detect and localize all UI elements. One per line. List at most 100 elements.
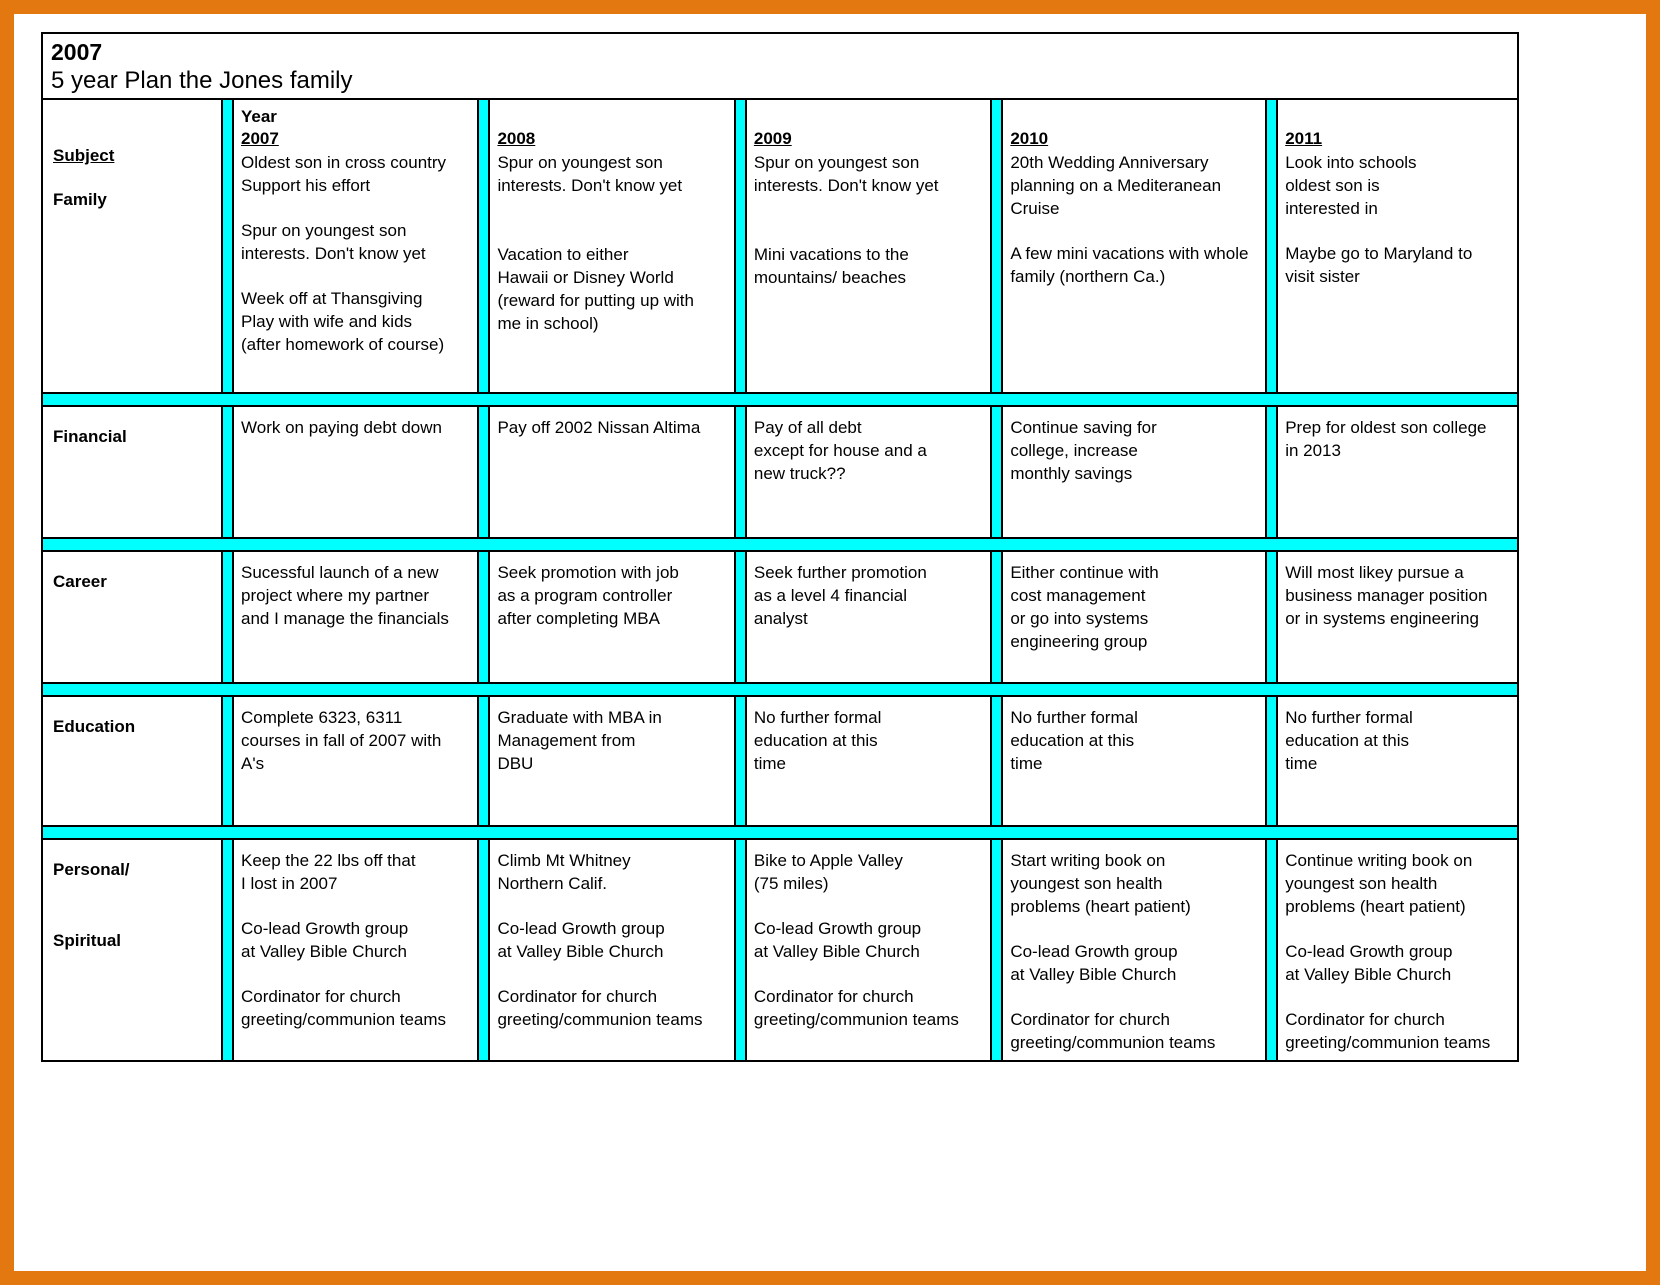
row-separator [43, 682, 1517, 697]
cell-paragraph: Cordinator for church greeting/communion… [1285, 1010, 1491, 1052]
row-subject-label-secondary: Spiritual [53, 931, 122, 950]
cell-paragraph: Pay of all debt except for house and a n… [753, 418, 927, 483]
column-separator-2 [477, 697, 491, 825]
cell-paragraph: Mini vacations to the mountains/ beaches [753, 245, 909, 287]
subject-cell: Financial [43, 407, 221, 537]
column-separator-5 [1265, 552, 1279, 682]
header-row: Subject Family Year 2007 Oldest son in cross… [43, 100, 1518, 392]
subject-cell: Career [43, 552, 221, 682]
cell-paragraph: Cordinator for church greeting/communion… [241, 987, 447, 1029]
column-separator-4 [990, 100, 1004, 392]
plan-cell-2009: No further formal education at this time [746, 697, 991, 825]
plan-cell-2010: Either continue with cost management or … [1003, 552, 1266, 682]
header-year-cell-2008: 2008 Spur on youngest son interests. Don'… [490, 100, 734, 392]
plan-cell-2009: Seek further promotion as a level 4 fina… [746, 552, 991, 682]
cell-paragraph: Continue writing book on youngest son he… [1285, 851, 1473, 916]
cell-paragraph: Week off at Thansgiving Play with wife a… [241, 289, 445, 354]
cell-paragraph: Vacation to either Hawaii or Disney Worl… [497, 245, 694, 333]
header-year-cell-2010: 2010 20th Wedding Anniversary planning on… [1003, 100, 1266, 392]
paper-surface: 2007 5 year Plan the Jones family Subjec… [14, 14, 1646, 1271]
cell-paragraph: Co-lead Growth group at Valley Bible Chu… [241, 919, 409, 961]
column-separator-3 [733, 100, 747, 392]
header-spacer [754, 106, 984, 127]
row-separator [43, 825, 1517, 840]
plan-cell-2008: Pay off 2002 Nissan Altima [490, 407, 734, 537]
plan-cell-2008: Climb Mt Whitney Northern Calif. Co-lead … [490, 840, 734, 1060]
cell-paragraph: Cordinator for church greeting/communion… [753, 987, 959, 1029]
plan-cell-2008: Graduate with MBA in Management from DBU [490, 697, 734, 825]
cell-paragraph: Keep the 22 lbs off that I lost in 2007 [241, 851, 416, 893]
column-separator-4 [990, 407, 1004, 537]
cell-paragraph: No further formal education at this time [1285, 708, 1413, 773]
header-subject-label: Subject [53, 146, 115, 165]
cell-paragraph: Start writing book on youngest son healt… [1010, 851, 1191, 916]
plan-cell-2010: No further formal education at this time [1003, 697, 1266, 825]
column-separator-5 [1265, 100, 1279, 392]
column-separator-3 [733, 552, 747, 682]
plan-cell-2011: Continue writing book on youngest son he… [1278, 840, 1518, 1060]
cell-paragraph: Pay off 2002 Nissan Altima [497, 418, 701, 437]
cell-paragraph: A few mini vacations with whole family (… [1010, 244, 1249, 286]
page-title-year: 2007 [51, 39, 103, 65]
page-title-subtitle: 5 year Plan the Jones family [51, 67, 353, 94]
header-year-word: Year [241, 107, 277, 126]
cell-paragraph: Continue saving for college, increase mo… [1010, 418, 1157, 483]
column-separator-5 [1265, 407, 1279, 537]
plan-cell-2010: Continue saving for college, increase mo… [1003, 407, 1266, 537]
header-spacer [1285, 106, 1511, 127]
column-separator-1 [221, 840, 234, 1060]
cell-paragraph: Bike to Apple Valley (75 miles) [753, 851, 903, 893]
cell-paragraph: Will most likey pursue a business manage… [1285, 563, 1488, 628]
column-separator-1 [221, 100, 234, 392]
header-year-2011: 2011 [1285, 129, 1323, 148]
header-year-2007: 2007 [241, 129, 279, 148]
column-separator-1 [221, 697, 234, 825]
header-year-2009: 2009 [753, 129, 792, 148]
row-subject-label: Personal/ [53, 860, 130, 879]
header-subject-cell: Subject Family [43, 100, 221, 392]
plan-cell-2011: No further formal education at this time [1278, 697, 1518, 825]
column-separator-2 [477, 552, 491, 682]
plan-grid: Subject Family Year 2007 Oldest son in cross… [43, 100, 1518, 1060]
cell-paragraph: Co-lead Growth group at Valley Bible Chu… [1010, 942, 1178, 984]
header-year-cell-2011: 2011 Look into schools oldest son is inte… [1278, 100, 1518, 392]
subject-cell: Education [43, 697, 221, 825]
cell-paragraph: Spur on youngest son interests. Don't kn… [753, 153, 939, 195]
cell-paragraph: No further formal education at this time [1010, 708, 1138, 773]
cell-paragraph: Prep for oldest son college in 2013 [1285, 418, 1487, 460]
scanned-page: 2007 5 year Plan the Jones family Subjec… [0, 0, 1660, 1285]
cell-paragraph: Spur on youngest son interests. Don't kn… [241, 221, 426, 263]
plan-cell-2007: Sucessful launch of a new project where … [234, 552, 478, 682]
header-spacer [1010, 106, 1259, 127]
cell-paragraph: Co-lead Growth group at Valley Bible Chu… [497, 919, 665, 961]
row-separator [43, 392, 1517, 407]
column-separator-5 [1265, 840, 1279, 1060]
plan-cell-2009: Pay of all debt except for house and a n… [746, 407, 991, 537]
column-separator-1 [221, 552, 234, 682]
column-separator-5 [1265, 697, 1279, 825]
plan-cell-2007: Keep the 22 lbs off that I lost in 2007 C… [234, 840, 478, 1060]
header-year-cell-2007: Year 2007 Oldest son in cross country Supp… [234, 100, 478, 392]
column-separator-2 [477, 840, 491, 1060]
cell-paragraph: Seek promotion with job as a program con… [497, 563, 679, 628]
cell-paragraph: Climb Mt Whitney Northern Calif. [497, 851, 631, 893]
plan-cell-2010: Start writing book on youngest son healt… [1003, 840, 1266, 1060]
cell-paragraph: Either continue with cost management or … [1010, 563, 1159, 651]
column-separator-3 [733, 407, 747, 537]
column-separator-1 [221, 407, 234, 537]
plan-row-career: Career Sucessful launch of a new project … [43, 552, 1518, 682]
plan-row-education: Education Complete 6323, 6311 courses in … [43, 697, 1518, 825]
row-subject-label: Financial [53, 427, 127, 446]
cell-paragraph: Cordinator for church greeting/communion… [1010, 1010, 1216, 1052]
cell-paragraph: Look into schools oldest son is interest… [1285, 153, 1417, 218]
cell-paragraph: Seek further promotion as a level 4 fina… [753, 563, 927, 628]
row-subject-label: Career [53, 572, 107, 591]
row-separator [43, 537, 1517, 552]
plan-row-financial: Financial Work on paying debt down Pay off… [43, 407, 1518, 537]
header-year-2008: 2008 [497, 129, 536, 148]
cell-paragraph: Complete 6323, 6311 courses in fall of 2… [241, 708, 442, 773]
plan-cell-2007: Work on paying debt down [234, 407, 478, 537]
plan-cell-2009: Bike to Apple Valley (75 miles) Co-lead G… [746, 840, 991, 1060]
cell-paragraph: Work on paying debt down [241, 418, 442, 437]
row-subject-label: Education [53, 717, 136, 736]
